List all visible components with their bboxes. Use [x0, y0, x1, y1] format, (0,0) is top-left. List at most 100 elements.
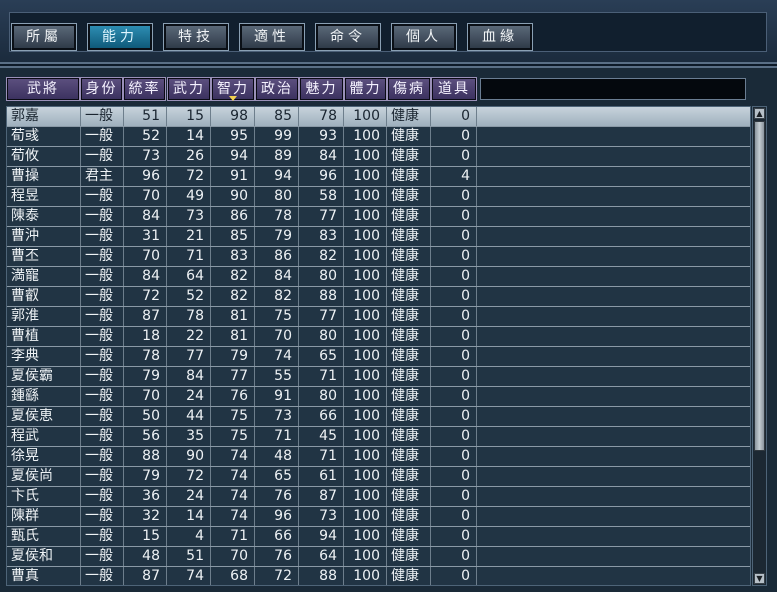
cell-health: 健康 [387, 527, 431, 546]
cell-role: 一般 [81, 207, 124, 226]
column-header-stamina[interactable]: 體力 [344, 77, 387, 101]
cell-war: 84 [167, 367, 211, 386]
cell-war: 26 [167, 147, 211, 166]
table-row[interactable]: 郭嘉 一般 51 15 98 85 78 100 健康 0 [7, 107, 750, 127]
scroll-down-icon[interactable]: ▼ [754, 573, 765, 584]
cell-role: 一般 [81, 147, 124, 166]
cell-war: 78 [167, 307, 211, 326]
table-row[interactable]: 曹叡 一般 72 52 82 82 88 100 健康 0 [7, 287, 750, 307]
cell-command: 78 [124, 347, 167, 366]
cell-command: 87 [124, 307, 167, 326]
tab-1[interactable]: 能力 [87, 23, 153, 51]
table-row[interactable]: 陳群 一般 32 14 74 96 73 100 健康 0 [7, 507, 750, 527]
column-header-politics[interactable]: 政治 [255, 77, 299, 101]
cell-intellect: 98 [211, 107, 255, 126]
table-row[interactable]: 曹真 一般 87 74 68 72 88 100 健康 0 [7, 567, 750, 585]
tab-4[interactable]: 命令 [315, 23, 381, 51]
cell-role: 一般 [81, 247, 124, 266]
table-row[interactable]: 荀彧 一般 52 14 95 99 93 100 健康 0 [7, 127, 750, 147]
cell-intellect: 71 [211, 527, 255, 546]
cell-name: 荀攸 [7, 147, 81, 166]
cell-charisma: 65 [299, 347, 344, 366]
cell-role: 一般 [81, 227, 124, 246]
cell-charisma: 66 [299, 407, 344, 426]
table-row[interactable]: 夏侯霸 一般 79 84 77 55 71 100 健康 0 [7, 367, 750, 387]
cell-politics: 85 [255, 107, 299, 126]
table-row[interactable]: 曹操 君主 96 72 91 94 96 100 健康 4 [7, 167, 750, 187]
table-row[interactable]: 夏侯和 一般 48 51 70 76 64 100 健康 0 [7, 547, 750, 567]
cell-charisma: 61 [299, 467, 344, 486]
cell-politics: 71 [255, 427, 299, 446]
cell-intellect: 79 [211, 347, 255, 366]
cell-intellect: 90 [211, 187, 255, 206]
cell-items: 0 [431, 287, 477, 306]
cell-charisma: 96 [299, 167, 344, 186]
cell-politics: 66 [255, 527, 299, 546]
cell-role: 君主 [81, 167, 124, 186]
tab-3[interactable]: 適性 [239, 23, 305, 51]
table-row[interactable]: 鍾繇 一般 70 24 76 91 80 100 健康 0 [7, 387, 750, 407]
table-row[interactable]: 満寵 一般 84 64 82 84 80 100 健康 0 [7, 267, 750, 287]
table-row[interactable]: 李典 一般 78 77 79 74 65 100 健康 0 [7, 347, 750, 367]
cell-charisma: 80 [299, 267, 344, 286]
table-row[interactable]: 陳泰 一般 84 73 86 78 77 100 健康 0 [7, 207, 750, 227]
cell-stamina: 100 [344, 487, 387, 506]
cell-politics: 86 [255, 247, 299, 266]
scroll-up-icon[interactable]: ▲ [754, 108, 765, 119]
table-row[interactable]: 甄氏 一般 15 4 71 66 94 100 健康 0 [7, 527, 750, 547]
header-empty-area [480, 78, 746, 100]
cell-name: 鍾繇 [7, 387, 81, 406]
cell-health: 健康 [387, 567, 431, 585]
table-row[interactable]: 曹沖 一般 31 21 85 79 83 100 健康 0 [7, 227, 750, 247]
table-row[interactable]: 程武 一般 56 35 75 71 45 100 健康 0 [7, 427, 750, 447]
cell-items: 0 [431, 107, 477, 126]
cell-politics: 79 [255, 227, 299, 246]
cell-health: 健康 [387, 127, 431, 146]
tab-6[interactable]: 血緣 [467, 23, 533, 51]
cell-health: 健康 [387, 167, 431, 186]
cell-name: 満寵 [7, 267, 81, 286]
cell-command: 50 [124, 407, 167, 426]
tab-0[interactable]: 所屬 [11, 23, 77, 51]
column-header-health[interactable]: 傷病 [387, 77, 431, 101]
cell-war: 77 [167, 347, 211, 366]
cell-name: 夏侯恵 [7, 407, 81, 426]
cell-charisma: 87 [299, 487, 344, 506]
table-row[interactable]: 徐晃 一般 88 90 74 48 71 100 健康 0 [7, 447, 750, 467]
column-header-command[interactable]: 統率 [123, 77, 166, 101]
cell-items: 0 [431, 127, 477, 146]
table-row[interactable]: 卞氏 一般 36 24 74 76 87 100 健康 0 [7, 487, 750, 507]
table-row[interactable]: 程昱 一般 70 49 90 80 58 100 健康 0 [7, 187, 750, 207]
cell-charisma: 77 [299, 207, 344, 226]
cell-role: 一般 [81, 567, 124, 585]
column-header-items[interactable]: 道具 [431, 77, 477, 101]
cell-politics: 72 [255, 567, 299, 585]
table-row[interactable]: 荀攸 一般 73 26 94 89 84 100 健康 0 [7, 147, 750, 167]
column-header-role[interactable]: 身份 [80, 77, 123, 101]
column-header-charisma[interactable]: 魅力 [299, 77, 344, 101]
scroll-thumb[interactable] [754, 121, 765, 451]
table-row[interactable]: 曹植 一般 18 22 81 70 80 100 健康 0 [7, 327, 750, 347]
column-header-name[interactable]: 武將 [6, 77, 80, 101]
cell-health: 健康 [387, 207, 431, 226]
vertical-scrollbar[interactable]: ▲ ▼ [752, 106, 767, 586]
tab-2[interactable]: 特技 [163, 23, 229, 51]
table-row[interactable]: 曹丕 一般 70 71 83 86 82 100 健康 0 [7, 247, 750, 267]
cell-charisma: 80 [299, 387, 344, 406]
table-row[interactable]: 夏侯恵 一般 50 44 75 73 66 100 健康 0 [7, 407, 750, 427]
cell-charisma: 83 [299, 227, 344, 246]
cell-command: 36 [124, 487, 167, 506]
cell-role: 一般 [81, 387, 124, 406]
table-row[interactable]: 郭淮 一般 87 78 81 75 77 100 健康 0 [7, 307, 750, 327]
cell-war: 24 [167, 487, 211, 506]
cell-war: 64 [167, 267, 211, 286]
cell-role: 一般 [81, 287, 124, 306]
cell-charisma: 88 [299, 287, 344, 306]
cell-stamina: 100 [344, 307, 387, 326]
tab-5[interactable]: 個人 [391, 23, 457, 51]
cell-stamina: 100 [344, 467, 387, 486]
cell-war: 73 [167, 207, 211, 226]
cell-intellect: 74 [211, 467, 255, 486]
column-header-war[interactable]: 武力 [167, 77, 211, 101]
table-row[interactable]: 夏侯尚 一般 79 72 74 65 61 100 健康 0 [7, 467, 750, 487]
